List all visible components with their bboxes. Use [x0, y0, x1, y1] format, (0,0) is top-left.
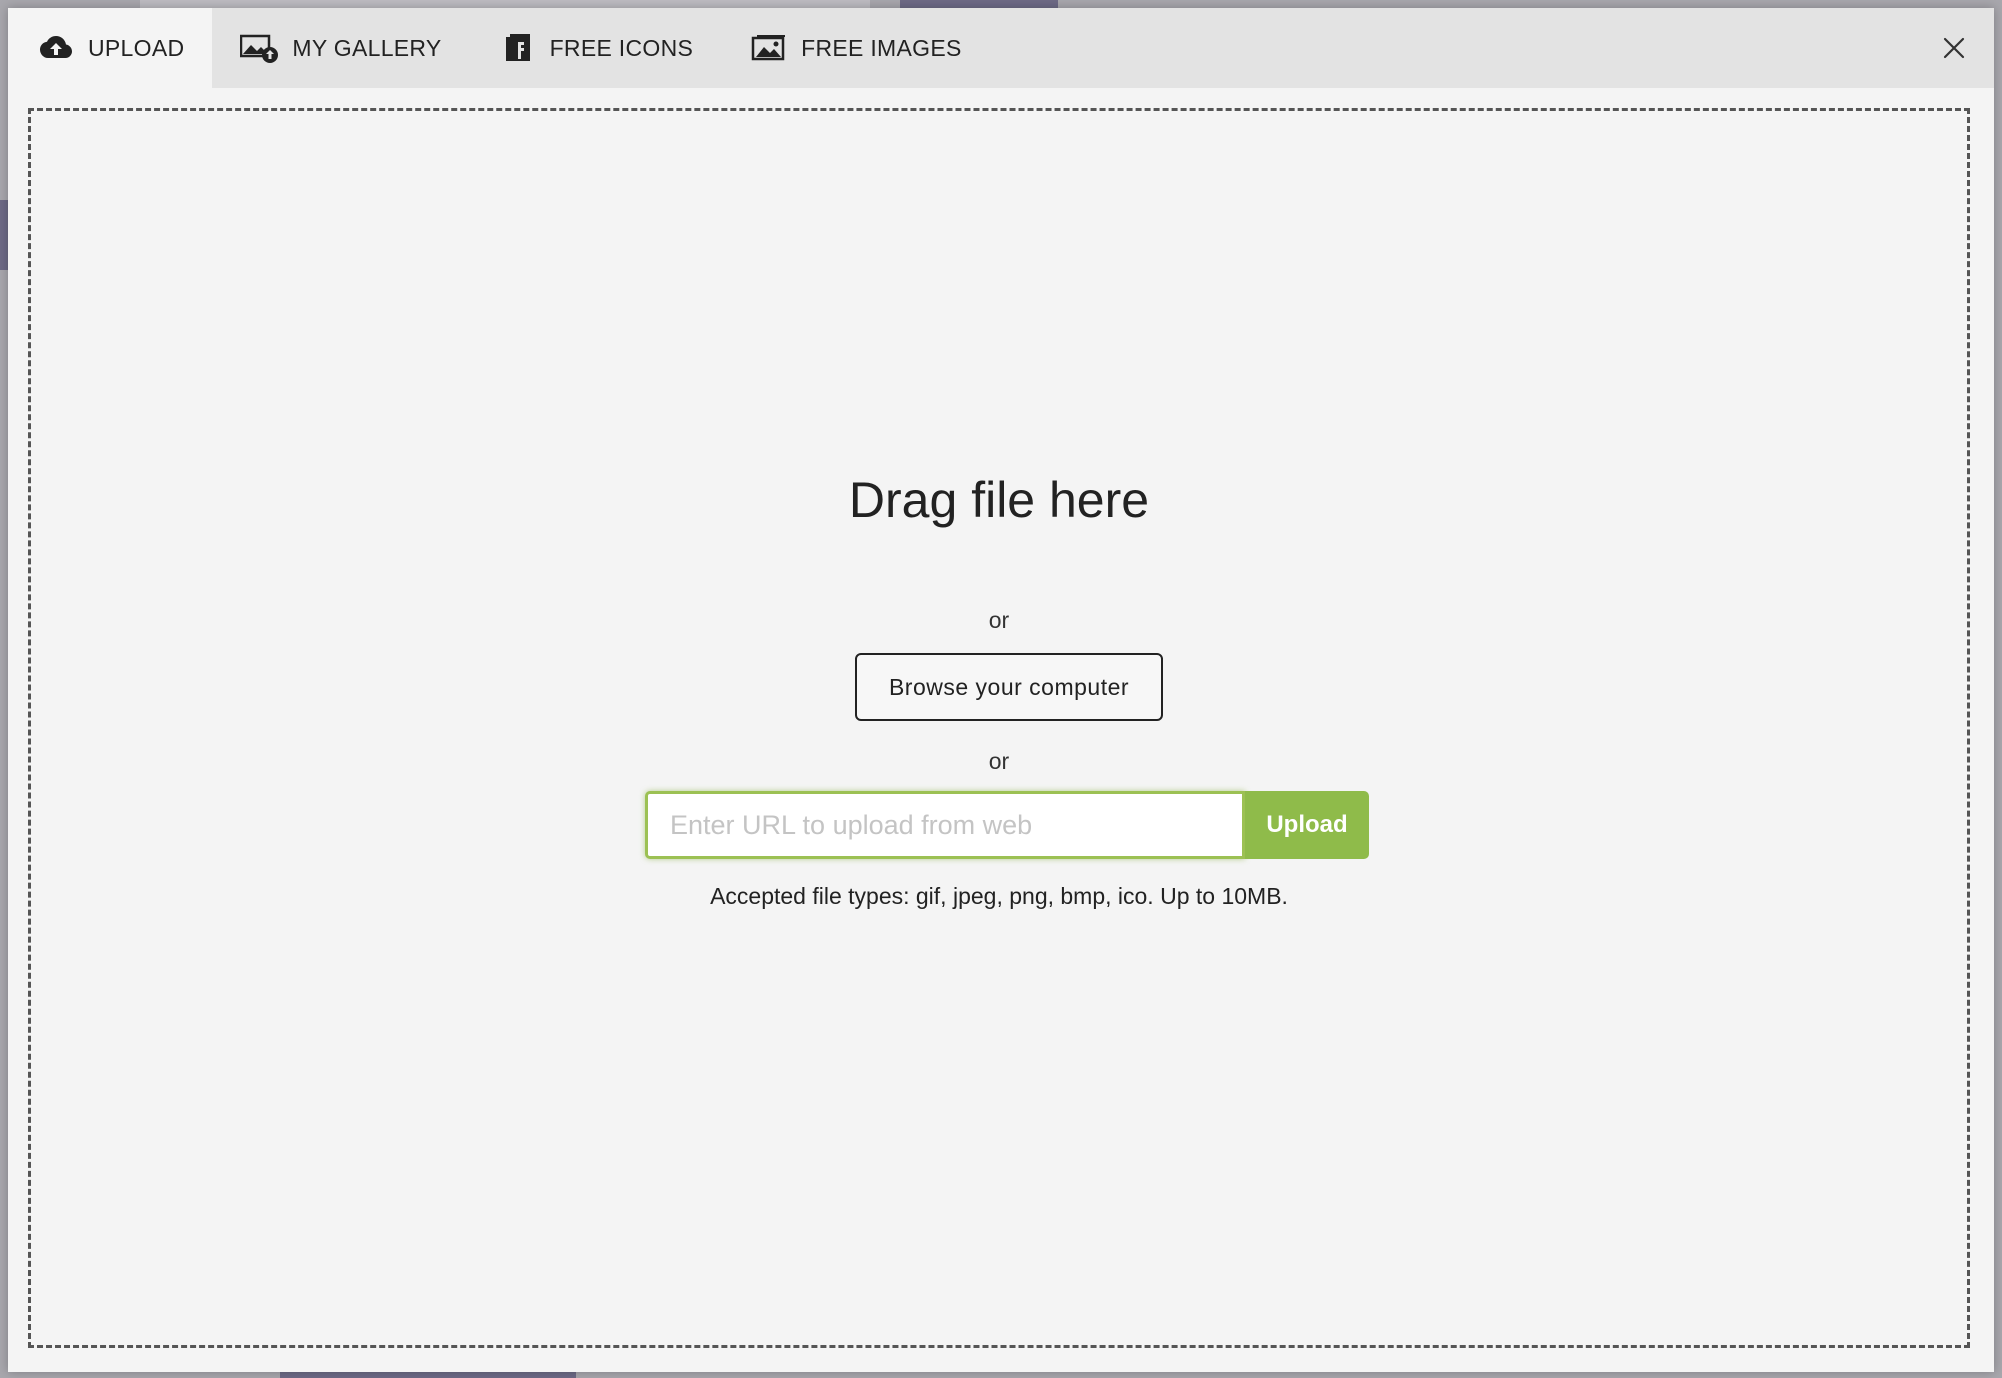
- upload-modal: UPLOAD MY GALLERY FREE ICONS FREE IMAGES…: [8, 8, 1994, 1372]
- browse-computer-button[interactable]: Browse your computer: [855, 653, 1163, 721]
- icon-library-icon: [498, 32, 538, 64]
- background-search-bar: [140, 0, 870, 8]
- close-button[interactable]: [1940, 34, 1968, 62]
- tab-my-gallery-label: MY GALLERY: [292, 34, 442, 61]
- modal-tab-bar: UPLOAD MY GALLERY FREE ICONS FREE IMAGES: [8, 8, 1994, 88]
- tab-upload[interactable]: UPLOAD: [8, 8, 213, 88]
- accepted-file-types: Accepted file types: gif, jpeg, png, bmp…: [710, 883, 1288, 909]
- or-separator: or: [988, 607, 1010, 633]
- url-upload-row: Upload: [645, 791, 1369, 859]
- drop-title: Drag file here: [848, 472, 1150, 528]
- background-sidebar-block: [0, 200, 8, 270]
- tab-my-gallery[interactable]: MY GALLERY: [212, 8, 469, 88]
- tab-free-images-label: FREE IMAGES: [801, 34, 962, 61]
- gallery-upload-icon: [240, 32, 280, 64]
- or-separator: or: [988, 748, 1010, 774]
- images-icon: [749, 32, 789, 64]
- file-drop-zone[interactable]: Drag file here or Browse your computer o…: [28, 108, 1970, 1348]
- background-search-button: [900, 0, 1058, 8]
- tab-free-images[interactable]: FREE IMAGES: [721, 8, 990, 88]
- cloud-upload-icon: [36, 32, 76, 64]
- url-input[interactable]: [645, 791, 1245, 859]
- close-icon: [1943, 37, 1965, 59]
- tab-free-icons[interactable]: FREE ICONS: [470, 8, 722, 88]
- tab-free-icons-label: FREE ICONS: [549, 34, 694, 61]
- upload-url-button[interactable]: Upload: [1245, 791, 1369, 859]
- tab-upload-label: UPLOAD: [88, 34, 185, 61]
